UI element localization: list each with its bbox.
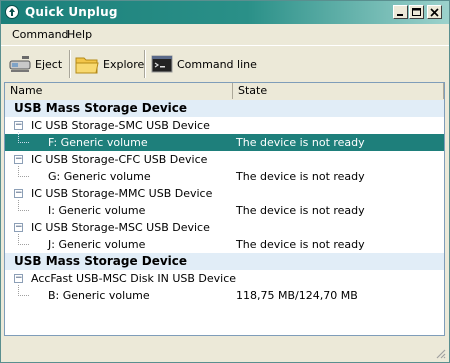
tree-line <box>18 166 29 177</box>
volume-state: The device is not ready <box>236 136 365 149</box>
device-name: AccFast USB-MSC Disk IN USB Device <box>31 272 237 285</box>
tree-line <box>18 234 29 245</box>
status-bar <box>1 337 449 362</box>
folder-icon <box>75 57 99 74</box>
volume-name: B: Generic volume <box>48 289 150 302</box>
device-row[interactable]: − IC USB Storage-MMC USB Device <box>5 185 444 202</box>
device-row[interactable]: − IC USB Storage-SMC USB Device <box>5 117 444 134</box>
group-title: USB Mass Storage Device <box>14 254 188 268</box>
eject-icon <box>9 56 31 72</box>
eject-button[interactable]: Eject <box>9 49 62 79</box>
toolbar-separator <box>69 50 71 78</box>
menu-command[interactable]: Command <box>12 28 69 41</box>
minimize-button[interactable] <box>393 5 408 19</box>
title-bar[interactable]: Quick Unplug <box>1 1 449 24</box>
list-header: Name State <box>5 83 444 101</box>
group-header: USB Mass Storage Device <box>5 253 444 270</box>
device-row[interactable]: − IC USB Storage-MSC USB Device <box>5 219 444 236</box>
collapse-icon[interactable]: − <box>14 274 23 283</box>
volume-row[interactable]: I: Generic volume The device is not read… <box>5 200 444 219</box>
tree-line <box>18 285 29 296</box>
command-line-button[interactable]: Command line <box>151 49 257 79</box>
column-header-name[interactable]: Name <box>5 83 233 99</box>
menu-help[interactable]: Help <box>67 28 92 41</box>
app-window: Quick Unplug Command Help Eject Explore … <box>0 0 450 363</box>
collapse-icon[interactable]: − <box>14 189 23 198</box>
window-title: Quick Unplug <box>25 5 118 19</box>
volume-name: G: Generic volume <box>48 170 151 183</box>
close-icon <box>430 7 439 17</box>
volume-state: The device is not ready <box>236 204 365 217</box>
volume-name: J: Generic volume <box>48 238 146 251</box>
explore-button[interactable]: Explore <box>75 49 144 79</box>
menu-bar: Command Help <box>1 24 449 44</box>
resize-grip-icon[interactable] <box>434 347 446 359</box>
device-name: IC USB Storage-SMC USB Device <box>31 119 210 132</box>
volume-row[interactable]: G: Generic volume The device is not read… <box>5 166 444 185</box>
volume-row[interactable]: J: Generic volume The device is not read… <box>5 234 444 253</box>
volume-row[interactable]: B: Generic volume 118,75 MB/124,70 MB <box>5 285 444 304</box>
device-name: IC USB Storage-CFC USB Device <box>31 153 208 166</box>
volume-state: The device is not ready <box>236 170 365 183</box>
volume-state: 118,75 MB/124,70 MB <box>236 289 358 302</box>
device-list[interactable]: Name State USB Mass Storage Device − IC … <box>4 82 445 336</box>
column-header-state[interactable]: State <box>233 83 444 99</box>
usb-arrow-icon <box>5 5 19 19</box>
tree-line <box>18 200 29 211</box>
device-row[interactable]: − AccFast USB-MSC Disk IN USB Device <box>5 270 444 287</box>
device-row[interactable]: − IC USB Storage-CFC USB Device <box>5 151 444 168</box>
toolbar: Eject Explore Command line <box>1 45 449 82</box>
maximize-button[interactable] <box>409 5 424 19</box>
collapse-icon[interactable]: − <box>14 155 23 164</box>
maximize-icon <box>412 7 421 16</box>
group-title: USB Mass Storage Device <box>14 101 188 115</box>
device-name: IC USB Storage-MSC USB Device <box>31 221 210 234</box>
device-name: IC USB Storage-MMC USB Device <box>31 187 213 200</box>
volume-row[interactable]: F: Generic volume The device is not read… <box>5 132 444 151</box>
volume-name: I: Generic volume <box>48 204 146 217</box>
tree-line <box>18 132 29 143</box>
volume-name: F: Generic volume <box>48 136 148 149</box>
explore-label: Explore <box>103 57 145 71</box>
collapse-icon[interactable]: − <box>14 223 23 232</box>
collapse-icon[interactable]: − <box>14 121 23 130</box>
eject-label: Eject <box>35 57 63 71</box>
terminal-icon <box>151 55 173 73</box>
minimize-icon <box>397 13 403 16</box>
command-line-label: Command line <box>177 57 257 71</box>
volume-state: The device is not ready <box>236 238 365 251</box>
toolbar-separator <box>144 50 146 78</box>
close-button[interactable] <box>427 5 442 19</box>
group-header: USB Mass Storage Device <box>5 100 444 117</box>
